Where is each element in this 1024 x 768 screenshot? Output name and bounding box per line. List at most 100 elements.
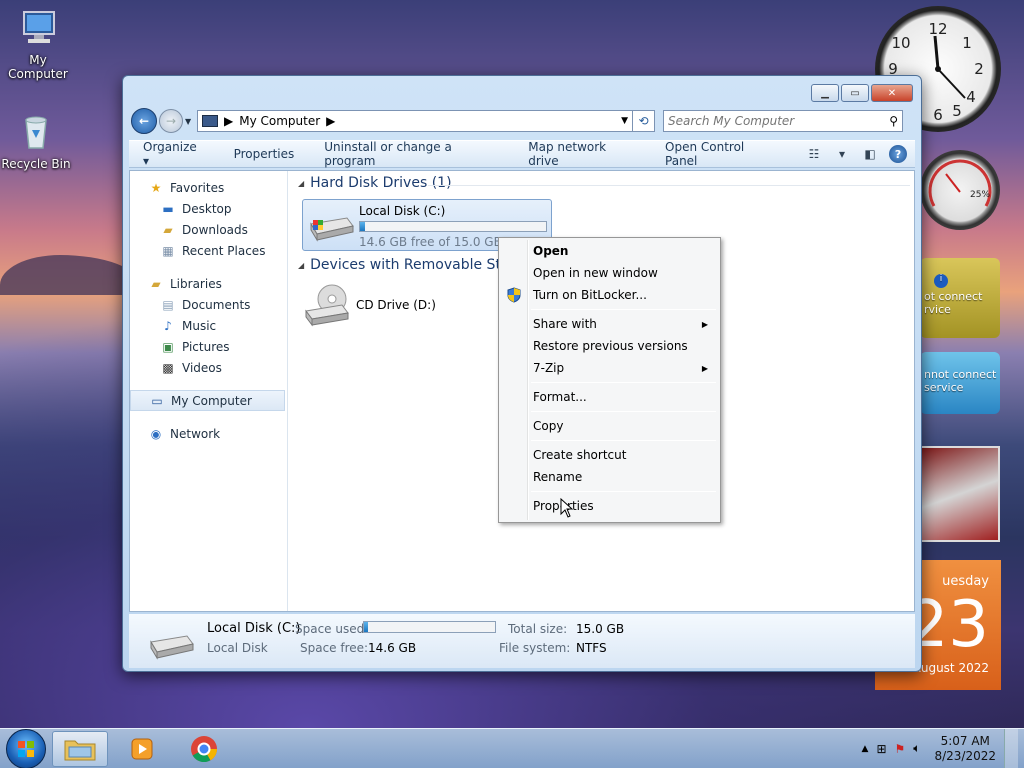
menu-open[interactable]: Open <box>501 240 718 262</box>
weather-status: nnot connect service <box>924 368 997 394</box>
menu-format[interactable]: Format... <box>501 386 718 408</box>
group-removable-storage[interactable]: ◢ Devices with Removable Sto <box>298 257 510 273</box>
properties-button[interactable]: Properties <box>234 147 295 161</box>
close-button[interactable]: ✕ <box>871 84 913 102</box>
menu-7zip[interactable]: 7-Zip ▶ <box>501 357 718 379</box>
system-tray: ▲ ⊞ ⚑ 🔈︎ 5:07 AM 8/23/2022 <box>862 728 1024 768</box>
menu-create-shortcut[interactable]: Create shortcut <box>501 444 718 466</box>
navigation-pane: ★ Favorites ▬ Desktop ▰ Downloads ▦ Recent P… <box>130 171 288 611</box>
start-button[interactable] <box>6 728 46 768</box>
space-free-value: 14.6 GB <box>368 641 417 655</box>
music-icon: ♪ <box>164 318 172 333</box>
group-hard-disk-drives[interactable]: ◢ Hard Disk Drives (1) <box>298 175 452 191</box>
documents-icon: ▤ <box>162 297 174 312</box>
collapse-triangle-icon[interactable]: ◢ <box>298 261 304 270</box>
menu-restore-previous-versions[interactable]: Restore previous versions <box>501 335 718 357</box>
menu-copy[interactable]: Copy <box>501 415 718 437</box>
nav-label: Documents <box>182 297 251 312</box>
cpu-meter-gadget[interactable]: 25% <box>920 150 1000 230</box>
change-view-icon[interactable]: ☷ <box>805 146 823 162</box>
menu-label: 7-Zip <box>533 361 565 375</box>
volume-icon[interactable]: 🔈︎ <box>913 741 920 756</box>
weather-gadget-2[interactable]: nnot connect service <box>920 352 1000 414</box>
open-control-panel-button[interactable]: Open Control Panel <box>665 140 775 168</box>
minimize-button[interactable]: ▁ <box>811 84 839 102</box>
breadcrumb-arrow-icon[interactable]: ▶ <box>326 114 335 128</box>
menu-separator <box>531 309 716 310</box>
slideshow-gadget[interactable] <box>920 446 1000 542</box>
breadcrumb-arrow-icon[interactable]: ▶ <box>224 114 233 128</box>
view-dropdown-icon[interactable]: ▾ <box>833 146 851 162</box>
search-box[interactable]: ⚲ <box>663 110 903 132</box>
menu-share-with[interactable]: Share with ▶ <box>501 313 718 335</box>
uninstall-program-button[interactable]: Uninstall or change a program <box>324 140 498 168</box>
taskbar-clock[interactable]: 5:07 AM 8/23/2022 <box>934 734 996 764</box>
nav-favorites[interactable]: ★ Favorites <box>130 177 287 198</box>
nav-libraries[interactable]: ▰ Libraries <box>130 273 287 294</box>
media-player-icon <box>131 738 153 759</box>
desktop-icon-my-computer[interactable]: My Computer <box>0 8 78 81</box>
menu-turn-on-bitlocker[interactable]: Turn on BitLocker... <box>501 284 718 306</box>
drive-cd-d[interactable]: CD Drive (D:) <box>302 283 436 327</box>
address-dropdown-icon[interactable]: ▼ <box>621 116 628 126</box>
nav-recent-places[interactable]: ▦ Recent Places <box>130 240 287 261</box>
refresh-button[interactable]: ⟲ <box>633 110 655 132</box>
svg-text:4: 4 <box>966 88 976 106</box>
recent-pages-dropdown[interactable]: ▼ <box>185 117 195 126</box>
nav-network[interactable]: ◉ Network <box>130 423 287 444</box>
taskbar-media-player[interactable] <box>114 731 170 767</box>
info-icon: i <box>934 274 948 288</box>
organize-label: Organize <box>143 140 197 154</box>
nav-downloads[interactable]: ▰ Downloads <box>130 219 287 240</box>
map-network-drive-button[interactable]: Map network drive <box>528 140 635 168</box>
group-divider <box>428 185 910 186</box>
organize-button[interactable]: Organize ▾ <box>143 140 204 168</box>
taskbar: ▲ ⊞ ⚑ 🔈︎ 5:07 AM 8/23/2022 <box>0 728 1024 768</box>
nav-my-computer[interactable]: ▭ My Computer <box>130 390 285 411</box>
svg-text:5: 5 <box>952 102 962 120</box>
nav-videos[interactable]: ▩ Videos <box>130 357 287 378</box>
taskbar-explorer[interactable] <box>52 730 108 767</box>
taskbar-chrome[interactable] <box>176 731 232 767</box>
show-desktop-button[interactable] <box>1004 728 1018 768</box>
space-free-label: Space free: <box>300 641 369 655</box>
help-icon[interactable]: ? <box>889 145 908 163</box>
menu-label: Turn on BitLocker... <box>533 288 647 302</box>
back-button[interactable]: ← <box>131 108 157 134</box>
nav-documents[interactable]: ▤ Documents <box>130 294 287 315</box>
drive-usage-fill <box>360 222 366 231</box>
recent-places-icon: ▦ <box>162 243 174 258</box>
nav-label: Pictures <box>182 339 230 354</box>
nav-music[interactable]: ♪ Music <box>130 315 287 336</box>
breadcrumb-my-computer[interactable]: My Computer <box>239 114 320 128</box>
menu-separator <box>531 411 716 412</box>
show-hidden-icons-icon[interactable]: ▲ <box>862 744 869 754</box>
weather-gadget-1[interactable]: i ot connect rvice <box>920 258 1000 338</box>
menu-properties[interactable]: Properties <box>501 495 718 517</box>
menu-open-new-window[interactable]: Open in new window <box>501 262 718 284</box>
drive-free-space: 14.6 GB free of 15.0 GB <box>359 235 502 249</box>
nav-pictures[interactable]: ▣ Pictures <box>130 336 287 357</box>
address-bar[interactable]: ▶ My Computer ▶ ▼ <box>197 110 633 132</box>
forward-button[interactable]: → <box>159 109 183 133</box>
desktop-icon-label: My Computer <box>8 53 68 81</box>
nav-label: Favorites <box>170 180 225 195</box>
group-title: Hard Disk Drives (1) <box>310 175 452 191</box>
network-icon: ◉ <box>150 426 162 441</box>
svg-text:6: 6 <box>933 106 943 124</box>
desktop-icon-recycle-bin[interactable]: Recycle Bin <box>0 112 76 171</box>
network-status-icon[interactable]: ⊞ <box>876 742 886 756</box>
maximize-button[interactable]: ▭ <box>841 84 869 102</box>
nav-label: Recent Places <box>182 243 266 258</box>
action-center-icon[interactable]: ⚑ <box>895 742 906 756</box>
nav-label: Videos <box>182 360 222 375</box>
preview-pane-icon[interactable]: ◧ <box>861 146 879 162</box>
search-icon[interactable]: ⚲ <box>889 114 898 128</box>
menu-separator <box>531 382 716 383</box>
details-drive-type: Local Disk <box>207 641 268 655</box>
collapse-triangle-icon[interactable]: ◢ <box>298 179 304 188</box>
menu-rename[interactable]: Rename <box>501 466 718 488</box>
context-menu: Open Open in new window Turn on BitLocke… <box>498 237 721 523</box>
search-input[interactable] <box>668 114 890 128</box>
nav-desktop[interactable]: ▬ Desktop <box>130 198 287 219</box>
